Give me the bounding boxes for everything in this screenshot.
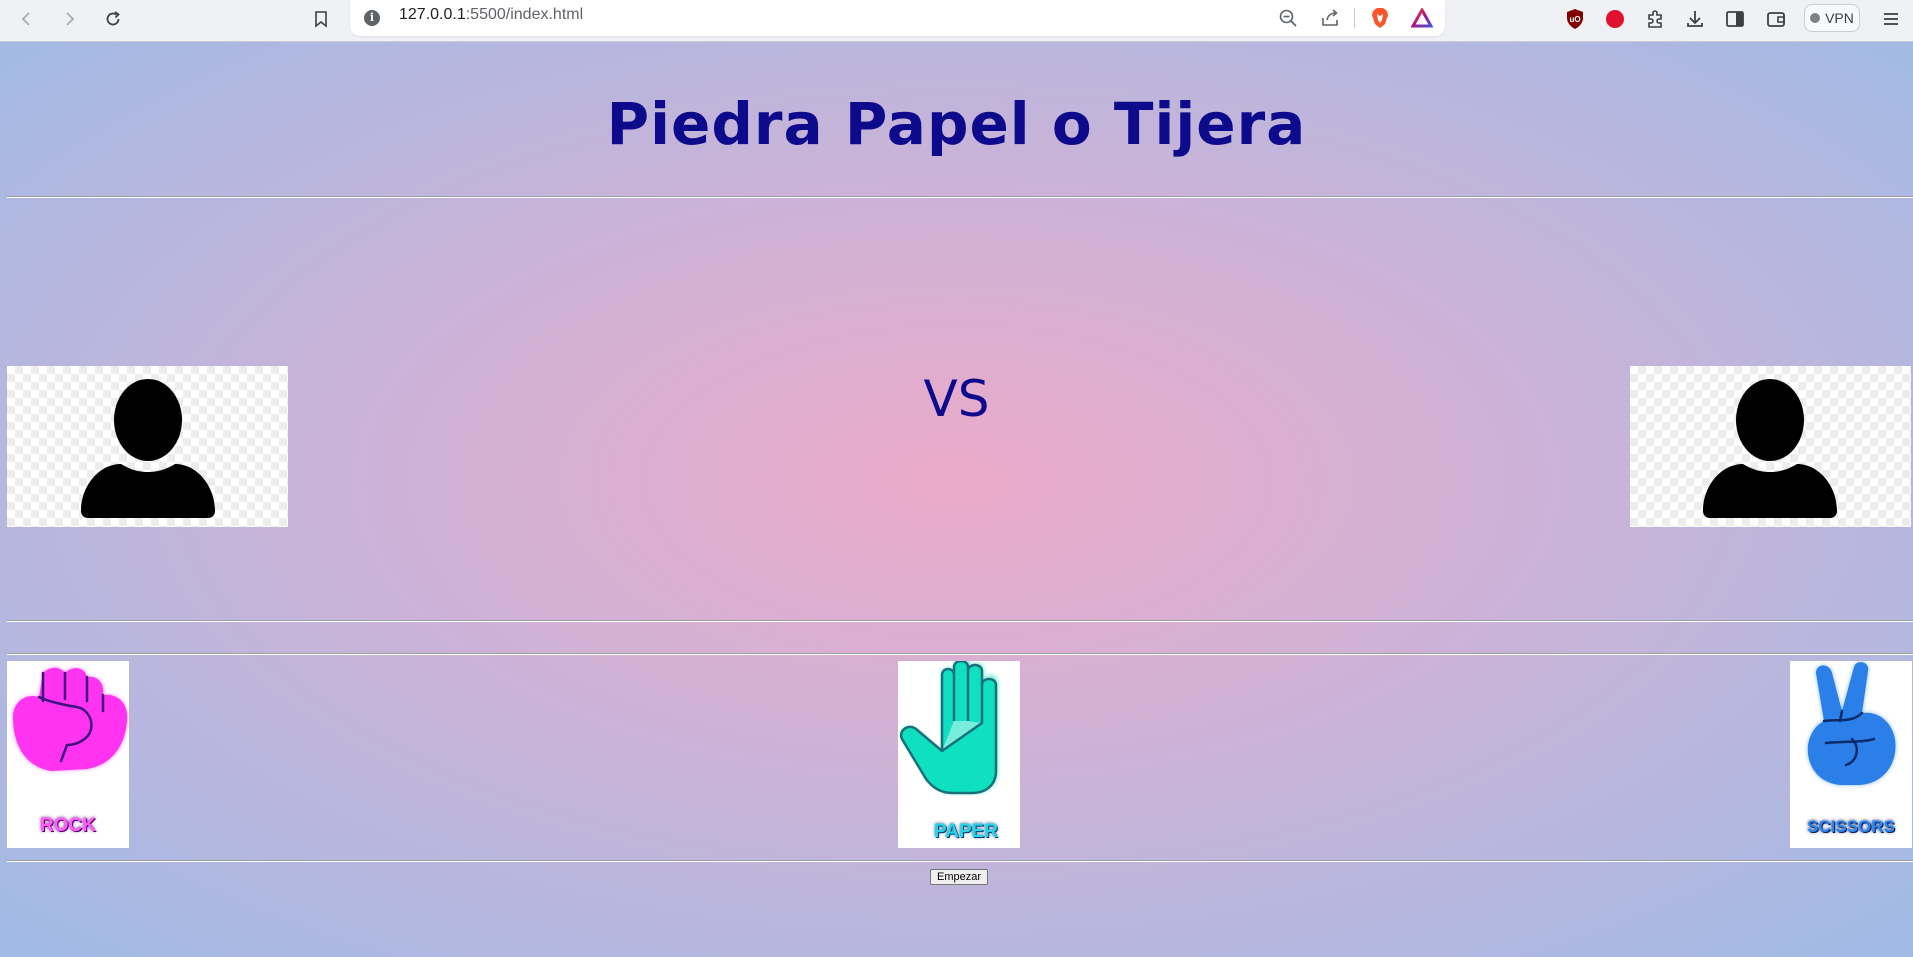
url-host: 127.0.0.1 bbox=[399, 6, 466, 23]
paper-button[interactable]: PAPER bbox=[898, 661, 1020, 848]
reload-icon[interactable] bbox=[98, 4, 128, 34]
vpn-status-icon bbox=[1810, 13, 1821, 23]
site-info-icon[interactable]: i bbox=[364, 10, 380, 26]
rock-button[interactable]: ROCK bbox=[7, 661, 129, 848]
zoom-out-icon[interactable] bbox=[1274, 4, 1302, 32]
divider bbox=[7, 196, 1913, 198]
rock-label: ROCK bbox=[40, 815, 96, 836]
menu-icon[interactable] bbox=[1876, 4, 1906, 34]
divider bbox=[7, 860, 1913, 862]
start-button[interactable]: Empezar bbox=[930, 869, 988, 885]
svg-text:uO: uO bbox=[1569, 15, 1580, 24]
divider bbox=[7, 620, 1913, 622]
bookmark-icon[interactable] bbox=[306, 4, 336, 34]
vs-label: VS bbox=[923, 370, 990, 428]
ublock-icon[interactable]: uO bbox=[1560, 4, 1590, 34]
page-title: Piedra Papel o Tijera bbox=[606, 90, 1307, 158]
omnibox-separator bbox=[1354, 8, 1355, 28]
game-page: Piedra Papel o Tijera VS ROCK PAPER SCIS… bbox=[0, 42, 1913, 957]
share-icon[interactable] bbox=[1316, 4, 1344, 32]
vpn-label: VPN bbox=[1825, 10, 1854, 26]
record-icon[interactable] bbox=[1600, 4, 1630, 34]
browser-toolbar: i 127.0.0.1:5500/index.html uO VPN bbox=[0, 0, 1913, 42]
address-bar[interactable]: i 127.0.0.1:5500/index.html bbox=[350, 0, 1445, 36]
sidebar-icon[interactable] bbox=[1720, 4, 1750, 34]
divider bbox=[7, 653, 1913, 655]
back-icon[interactable] bbox=[12, 4, 42, 34]
wallet-icon[interactable] bbox=[1761, 4, 1791, 34]
url-path: :5500/index.html bbox=[465, 6, 584, 23]
brave-shields-icon[interactable] bbox=[1366, 4, 1394, 32]
extensions-icon[interactable] bbox=[1640, 4, 1670, 34]
computer-avatar bbox=[1630, 366, 1911, 527]
brave-rewards-icon[interactable] bbox=[1408, 4, 1436, 32]
user-icon bbox=[1703, 379, 1837, 518]
forward-icon[interactable] bbox=[54, 4, 84, 34]
scissors-button[interactable]: SCISSORS bbox=[1790, 661, 1912, 848]
scissors-label: SCISSORS bbox=[1807, 817, 1895, 836]
vpn-button[interactable]: VPN bbox=[1804, 4, 1860, 32]
paper-hand-icon bbox=[899, 661, 998, 795]
downloads-icon[interactable] bbox=[1680, 4, 1710, 34]
url-text[interactable]: 127.0.0.1:5500/index.html bbox=[399, 6, 583, 24]
paper-label: PAPER bbox=[933, 821, 999, 842]
